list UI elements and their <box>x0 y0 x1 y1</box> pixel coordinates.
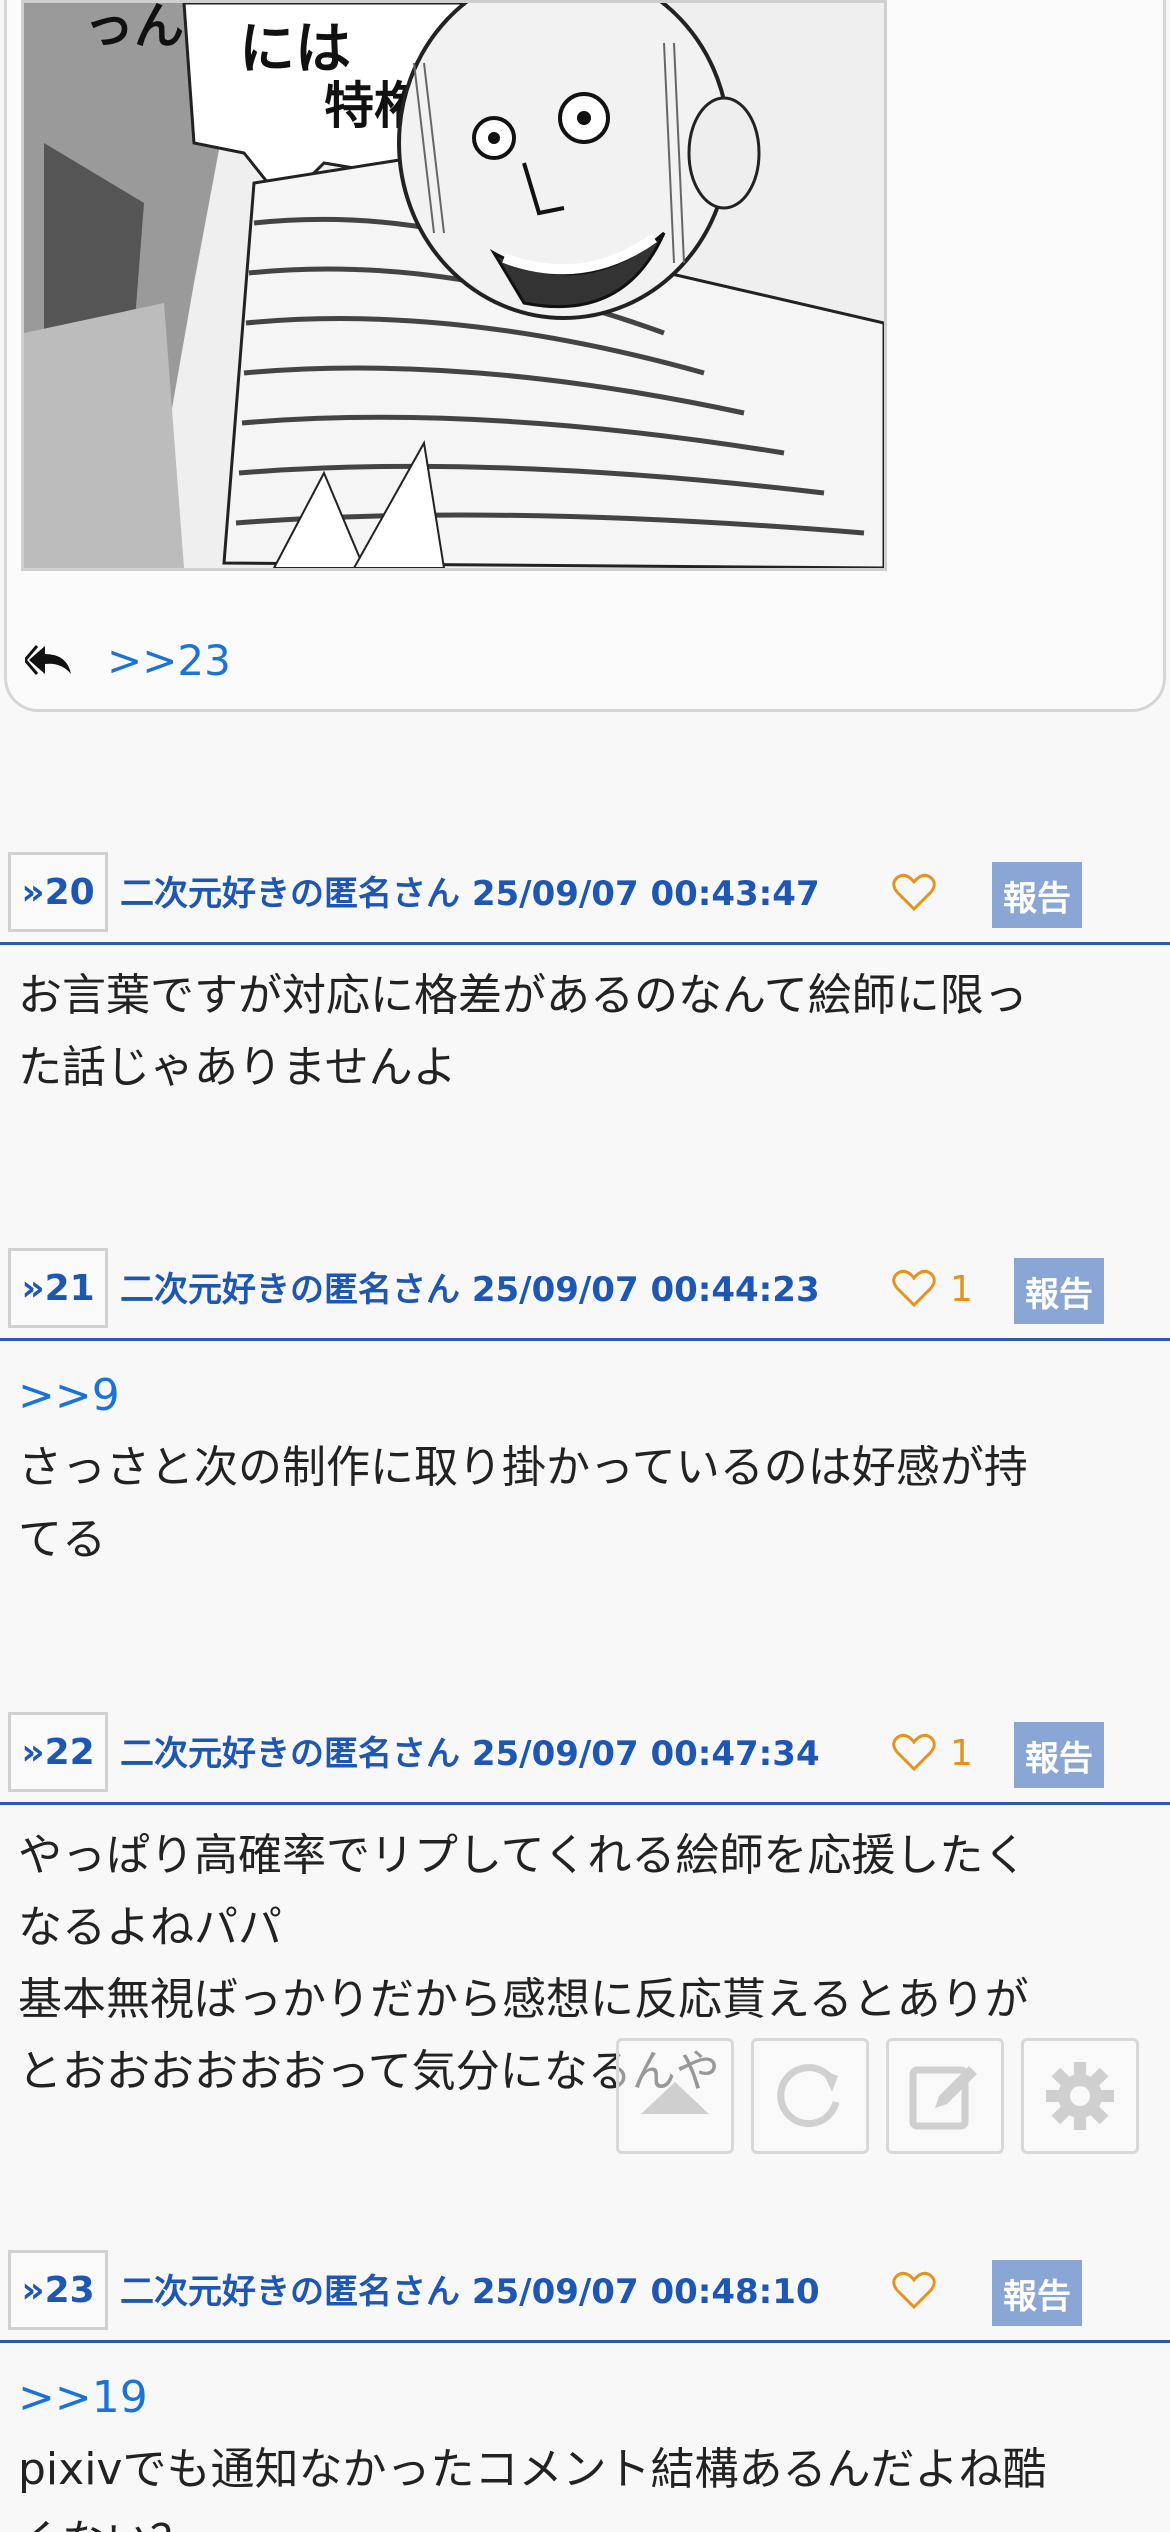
post-number[interactable]: »20 <box>8 852 108 932</box>
like-button[interactable]: 1 <box>892 1260 973 1318</box>
post-body-line: やっぱり高確率でリプしてくれる絵師を応援したく <box>18 1830 1028 1881</box>
report-button[interactable]: 報告 <box>992 862 1082 928</box>
thread-page: には 特権 っん >>23 »20 二次元好きの匿名さん 25/09/07 00… <box>0 0 1170 2532</box>
reload-button[interactable] <box>751 2038 869 2154</box>
report-button[interactable]: 報告 <box>992 2260 1082 2326</box>
like-count: 1 <box>950 1268 973 1310</box>
post-body: お言葉ですが対応に格差があるのなんて絵師に限っ た話じゃありませんよ <box>18 960 1148 1104</box>
post-divider <box>0 942 1170 945</box>
post-date: 25/09/07 00:43:47 <box>471 874 820 914</box>
post-divider <box>0 1338 1170 1341</box>
post-body-line: 基本無視ばっかりだから感想に反応貰えるとありが <box>18 1974 1029 2025</box>
scroll-top-button[interactable] <box>616 2038 734 2154</box>
settings-button[interactable] <box>1021 2038 1139 2154</box>
post-divider <box>0 1802 1170 1805</box>
post-meta: 二次元好きの匿名さん 25/09/07 00:48:10 <box>120 2264 820 2313</box>
post-body-line: さっさと次の制作に取り掛かっているのは好感が持 <box>18 1442 1028 1493</box>
post-date: 25/09/07 00:47:34 <box>471 1734 820 1774</box>
post-number[interactable]: »23 <box>8 2250 108 2330</box>
post-body-line: てる <box>18 1514 106 1565</box>
settings-icon <box>1046 2062 1114 2130</box>
report-button[interactable]: 報告 <box>1014 1258 1104 1324</box>
post-body: >>19 pixivでも通知なかったコメント結構あるんだよね酷 くない？ <box>18 2362 1148 2532</box>
heart-icon <box>892 2271 936 2310</box>
post-body-line: pixivでも通知なかったコメント結構あるんだよね酷 <box>18 2444 1047 2495</box>
reply-row: >>23 <box>23 630 231 690</box>
post-body: >>9 さっさと次の制作に取り掛かっているのは好感が持 てる <box>18 1360 1148 1576</box>
post-body-line: お言葉ですが対応に格差があるのなんて絵師に限っ <box>18 970 1028 1021</box>
reload-icon <box>777 2064 840 2128</box>
post-meta: 二次元好きの匿名さん 25/09/07 00:43:47 <box>120 866 820 915</box>
like-button[interactable] <box>892 864 950 922</box>
compose-button[interactable] <box>886 2038 1004 2154</box>
post-number[interactable]: »22 <box>8 1712 108 1792</box>
svg-text:には: には <box>239 16 351 82</box>
poster-name: 二次元好きの匿名さん <box>120 874 460 914</box>
heart-icon <box>892 1269 936 1308</box>
post-header: »20 二次元好きの匿名さん 25/09/07 00:43:47 報告 <box>8 852 1168 936</box>
reply-icon[interactable] <box>23 640 73 680</box>
post-body-line: た話じゃありませんよ <box>18 1042 457 1093</box>
post-meta: 二次元好きの匿名さん 25/09/07 00:44:23 <box>120 1262 820 1311</box>
compose-icon <box>909 2066 977 2130</box>
reply-anchor-link[interactable]: >>19 <box>18 2362 1148 2434</box>
poster-name: 二次元好きの匿名さん <box>120 2272 460 2312</box>
post-header: »22 二次元好きの匿名さん 25/09/07 00:47:34 1 報告 <box>8 1712 1168 1796</box>
reply-anchor-link[interactable]: >>9 <box>18 1360 1148 1432</box>
report-button[interactable]: 報告 <box>1014 1722 1104 1788</box>
scroll-top-icon <box>641 2082 709 2114</box>
post-header: »21 二次元好きの匿名さん 25/09/07 00:44:23 1 報告 <box>8 1248 1168 1332</box>
post-divider <box>0 2340 1170 2343</box>
post-header: »23 二次元好きの匿名さん 25/09/07 00:48:10 報告 <box>8 2250 1168 2334</box>
post-body-line: なるよねパパ <box>18 1902 282 1953</box>
poster-name: 二次元好きの匿名さん <box>120 1270 460 1310</box>
like-count: 1 <box>950 1732 973 1774</box>
post-number[interactable]: »21 <box>8 1248 108 1328</box>
svg-text:っん: っん <box>84 3 184 55</box>
post-date: 25/09/07 00:48:10 <box>471 2272 820 2312</box>
poster-name: 二次元好きの匿名さん <box>120 1734 460 1774</box>
heart-icon <box>892 873 936 912</box>
post-card-image: には 特権 っん >>23 <box>4 0 1166 712</box>
heart-icon <box>892 1733 936 1772</box>
post-meta: 二次元好きの匿名さん 25/09/07 00:47:34 <box>120 1726 820 1775</box>
post-date: 25/09/07 00:44:23 <box>471 1270 820 1310</box>
like-button[interactable]: 1 <box>892 1724 973 1782</box>
post-body-line: くない？ <box>18 2506 1148 2532</box>
reply-anchor-link[interactable]: >>23 <box>107 636 231 685</box>
like-button[interactable] <box>892 2262 950 2320</box>
manga-image[interactable]: には 特権 っん <box>21 0 887 571</box>
